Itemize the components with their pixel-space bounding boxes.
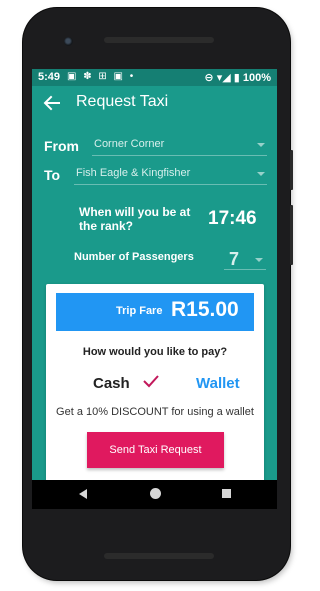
wallet-option[interactable]: Wallet: [196, 375, 240, 392]
page-title: Request Taxi: [76, 93, 169, 110]
app-screen: 5:49 ▣ ✽ ⊞ ▣ • ⊖ ▾◢ ▮ 100% Request Taxi …: [32, 69, 277, 480]
nav-home-icon[interactable]: [150, 488, 161, 499]
to-label: To: [44, 167, 61, 183]
passengers-select[interactable]: 7: [224, 249, 266, 270]
arrow-left-icon[interactable]: [41, 92, 63, 114]
payment-card: Trip Fare R15.00 How would you like to p…: [46, 284, 264, 480]
rank-question: When will you be at the rank?: [79, 205, 191, 233]
nav-back-icon[interactable]: [79, 489, 87, 499]
status-bar: 5:49 ▣ ✽ ⊞ ▣ • ⊖ ▾◢ ▮ 100%: [32, 69, 277, 86]
check-icon: [142, 372, 160, 390]
fare-label: Trip Fare: [116, 305, 163, 317]
passengers-label: Number of Passengers: [74, 251, 194, 263]
send-taxi-request-button[interactable]: Send Taxi Request: [87, 432, 224, 468]
from-label: From: [44, 138, 79, 154]
rank-time-picker[interactable]: 17:46: [208, 208, 257, 230]
dropdown-caret-icon: [255, 258, 263, 262]
top-speaker: [104, 37, 214, 43]
discount-text: Get a 10% DISCOUNT for using a wallet: [56, 406, 254, 418]
battery-level: 100%: [242, 72, 271, 84]
dropdown-caret-icon: [257, 143, 265, 147]
bottom-speaker: [104, 553, 214, 559]
volume-button: [290, 205, 293, 265]
from-value: Corner Corner: [94, 138, 165, 150]
nav-recents-icon[interactable]: [222, 489, 231, 498]
system-icons: ⊖ ▾◢ ▮: [204, 72, 240, 84]
to-value: Fish Eagle & Kingfisher: [76, 167, 191, 179]
dropdown-caret-icon: [257, 172, 265, 176]
to-select[interactable]: Fish Eagle & Kingfisher: [74, 164, 267, 185]
system-nav-bar: [32, 480, 277, 509]
from-select[interactable]: Corner Corner: [92, 135, 267, 156]
front-camera: [64, 37, 73, 46]
status-time: 5:49: [38, 71, 61, 83]
notification-icons: ▣ ✽ ⊞ ▣ •: [67, 71, 136, 82]
pay-question: How would you like to pay?: [82, 346, 228, 358]
power-button: [290, 150, 293, 190]
status-right: ⊖ ▾◢ ▮ 100%: [204, 71, 271, 84]
cash-option[interactable]: Cash: [93, 375, 130, 392]
app-bar: Request Taxi: [32, 86, 277, 119]
fare-amount: R15.00: [171, 298, 239, 321]
passengers-value: 7: [229, 249, 240, 269]
fare-bar: Trip Fare R15.00: [56, 293, 254, 331]
